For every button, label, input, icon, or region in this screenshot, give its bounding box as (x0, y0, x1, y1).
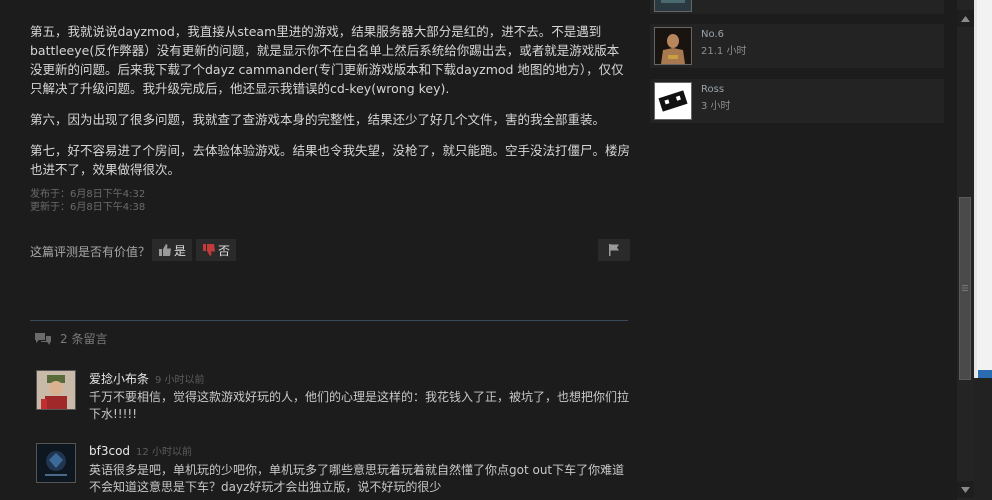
background-window-edge (974, 0, 977, 378)
posted-date: 发布于：6月8日下午4:32 (30, 189, 146, 200)
user-avatar-icon (37, 444, 75, 482)
thumbs-up-icon (159, 244, 171, 256)
comments-divider (30, 320, 628, 321)
friend-item[interactable]: Ross 3 小时 (650, 79, 944, 123)
comments-header: 2 条留言 (34, 330, 107, 347)
comment-text: 英语很多是吧，单机玩的少吧你，单机玩多了哪些意思玩着玩着就自然懂了你点got o… (89, 463, 625, 494)
comment-author[interactable]: bf3cod (89, 444, 130, 458)
friend-hours: 21.1 小时 (701, 46, 747, 57)
user-avatar-icon (37, 371, 75, 409)
review-page: 第五，我就说说dayzmod，我直接从steam里进的游戏，结果服务器大部分是红… (0, 0, 957, 500)
comment-author-line: 爱捻小布条 9 小时以前 (89, 370, 205, 387)
comment-author[interactable]: 爱捻小布条 (89, 372, 149, 386)
helpful-bar: 这篇评测是否有价值？ 是 否 (30, 239, 630, 261)
vote-yes-label: 是 (174, 243, 187, 258)
comment-author-line: bf3cod 12 小时以前 (89, 443, 192, 458)
review-body: 第五，我就说说dayzmod，我直接从steam里进的游戏，结果服务器大部分是红… (30, 22, 630, 191)
avatar (654, 0, 692, 12)
friend-avatar-icon (655, 83, 691, 119)
friend-avatar-icon (655, 0, 691, 11)
comment-text: 千万不要相信，觉得这款游戏好玩的人，他们的心理是这样的：我花钱入了正，被坑了，也… (89, 390, 630, 421)
friend-avatar-icon (655, 28, 691, 64)
avatar (654, 27, 692, 65)
vote-yes-button[interactable]: 是 (152, 239, 193, 261)
vertical-scrollbar[interactable] (957, 0, 974, 500)
comment-time: 9 小时以前 (155, 375, 205, 386)
comment-bubble-icon (35, 332, 51, 345)
background-window-accent (978, 370, 992, 378)
scroll-down-button[interactable] (957, 481, 974, 498)
chevron-up-icon (961, 15, 970, 22)
review-paragraph: 第七，好不容易进了个房间，去体验体验游戏。结果也令我失望，没枪了，就只能跑。空手… (30, 143, 631, 177)
comments-count: 2 条留言 (60, 332, 108, 346)
flag-icon (609, 244, 619, 256)
avatar[interactable] (36, 370, 76, 410)
vote-no-label: 否 (218, 243, 231, 258)
avatar (654, 82, 692, 120)
chevron-down-icon (961, 486, 970, 493)
friend-name: Ross (701, 84, 725, 95)
report-button[interactable] (598, 239, 630, 261)
comment-time: 12 小时以前 (136, 447, 192, 458)
friend-hours: 3 小时 (701, 101, 731, 112)
helpful-question: 这篇评测是否有价值？ (30, 245, 151, 259)
friend-name: No.6 (701, 29, 724, 40)
updated-date: 更新于：6月8日下午4:38 (30, 202, 146, 213)
grip-icon (962, 285, 968, 291)
review-dates: 发布于：6月8日下午4:32 更新于：6月8日下午4:38 (30, 188, 145, 214)
friend-item[interactable] (650, 0, 944, 14)
friend-item[interactable]: No.6 21.1 小时 (650, 24, 944, 68)
scroll-up-button[interactable] (957, 10, 974, 27)
scrollbar-thumb[interactable] (959, 197, 971, 380)
background-window-dark (974, 378, 992, 500)
thumbs-down-icon (203, 244, 215, 256)
review-paragraph: 第六，因为出现了很多问题，我就查了查游戏本身的完整性，结果还少了好几个文件，害的… (30, 112, 606, 127)
avatar[interactable] (36, 443, 76, 483)
review-paragraph: 第五，我就说说dayzmod，我直接从steam里进的游戏，结果服务器大部分是红… (30, 24, 624, 96)
vote-no-button[interactable]: 否 (196, 239, 237, 261)
